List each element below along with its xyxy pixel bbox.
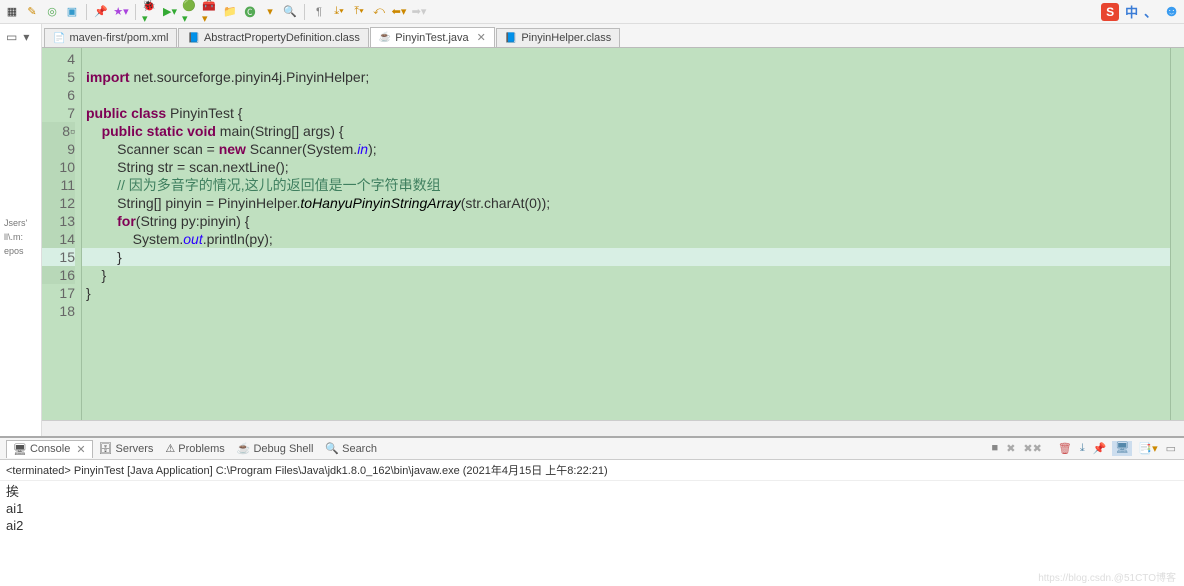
cursor-icon[interactable]: ✎ [24,4,40,20]
console-tab[interactable]: 🗄Servers [93,440,160,458]
console-header: <terminated> PinyinTest [Java Applicatio… [0,460,1184,481]
debug-icon[interactable]: 🐞▾ [142,4,158,20]
new-icon[interactable]: 📁 [222,4,238,20]
overview-ruler[interactable] [1170,48,1184,420]
console-tab[interactable]: ⚠Problems [159,440,230,458]
min-console-icon[interactable]: ▭ [1164,441,1178,456]
ime-indicator[interactable]: 中 [1125,2,1138,21]
forward-icon[interactable]: ➡▾ [411,4,427,20]
toggle-icon[interactable]: ★▾ [113,4,129,20]
editor-tab[interactable]: 📘AbstractPropertyDefinition.class [178,28,368,47]
prev-annot-icon[interactable]: ⤒▾ [351,4,367,20]
editor-tabs: 📄maven-first/pom.xml📘AbstractPropertyDef… [42,24,1184,48]
console-tab[interactable]: ☕Debug Shell [231,440,320,458]
grid-icon[interactable]: ▦ [4,4,20,20]
min-icon[interactable]: ▾ [23,30,29,44]
console-tab[interactable]: 🖥Console✕ [6,440,93,458]
editor-tab[interactable]: 📘PinyinHelper.class [496,28,620,47]
sogou-icon[interactable]: S [1101,3,1119,21]
sidebar-text: ll\.m: [0,230,41,244]
sidebar-text: Jsers' [0,216,41,230]
task-icon[interactable]: ▣ [64,4,80,20]
run-icon[interactable]: ▶▾ [162,4,178,20]
next-annot-icon[interactable]: ⤓▾ [331,4,347,20]
editor-tab[interactable]: ☕PinyinTest.java✕ [370,27,495,47]
editor-tab[interactable]: 📄maven-first/pom.xml [44,28,177,47]
last-edit-icon[interactable]: ⤺ [371,4,387,20]
main-area: ▭ ▾ Jsers' ll\.m: epos 📄maven-first/pom.… [0,24,1184,436]
emoji-icon[interactable]: ☻ [1163,3,1180,21]
search-icon[interactable]: 🔍 [282,4,298,20]
coverage-icon[interactable]: 🟢▾ [182,4,198,20]
open-type-icon[interactable]: ◎ [44,4,60,20]
line-numbers: 45678▫9101112131415161718 [42,48,82,420]
close-icon[interactable]: ✕ [477,31,486,44]
code-editor[interactable]: 45678▫9101112131415161718 import net.sou… [42,48,1184,420]
scroll-lock-icon[interactable]: ⤓ [1078,441,1087,456]
console-tabs: 🖥Console✕🗄Servers⚠Problems☕Debug Shell🔍S… [0,438,1184,460]
pin-console-icon[interactable]: 📌 [1091,441,1109,456]
code-body[interactable]: import net.sourceforge.pinyin4j.PinyinHe… [82,48,1170,420]
open-console-icon[interactable]: 📑▾ [1136,441,1159,456]
new-pkg-icon[interactable]: ▾ [262,4,278,20]
remove-icon[interactable]: ✖ [1004,441,1017,456]
format-icon[interactable]: ¶ [311,4,327,20]
remove-all-icon[interactable]: ✖✖ [1021,441,1043,456]
editor-column: 📄maven-first/pom.xml📘AbstractPropertyDef… [42,24,1184,436]
horizontal-scrollbar[interactable] [42,420,1184,436]
watermark: https://blog.csdn.@51CTO博客 [1038,569,1176,584]
stop-icon[interactable]: ■ [990,441,1001,456]
sidebar-text: epos [0,244,41,258]
console-tab[interactable]: 🔍Search [319,440,383,458]
pin-icon[interactable]: 📌 [93,4,109,20]
left-sidebar: ▭ ▾ Jsers' ll\.m: epos [0,24,42,436]
console-toolbar: ■ ✖ ✖✖ 🗑 ⤓ 📌 🖥 📑▾ ▭ [990,441,1178,456]
console-output[interactable]: 挨ai1ai2 [0,481,1184,586]
back-icon[interactable]: ⬅▾ [391,4,407,20]
main-toolbar: ▦ ✎ ◎ ▣ 📌 ★▾ 🐞▾ ▶▾ 🟢▾ 🧰▾ 📁 🅒 ▾ 🔍 ¶ ⤓▾ ⤒▾… [0,0,1184,24]
display-icon[interactable]: 🖥 [1112,441,1132,456]
console-panel: 🖥Console✕🗄Servers⚠Problems☕Debug Shell🔍S… [0,436,1184,586]
ext-tools-icon[interactable]: 🧰▾ [202,4,218,20]
new-class-icon[interactable]: 🅒 [242,4,258,20]
outline-icon[interactable]: ▭ [6,30,17,44]
clear-icon[interactable]: 🗑 [1056,441,1074,456]
ime-punct[interactable]: 、 [1144,2,1157,21]
